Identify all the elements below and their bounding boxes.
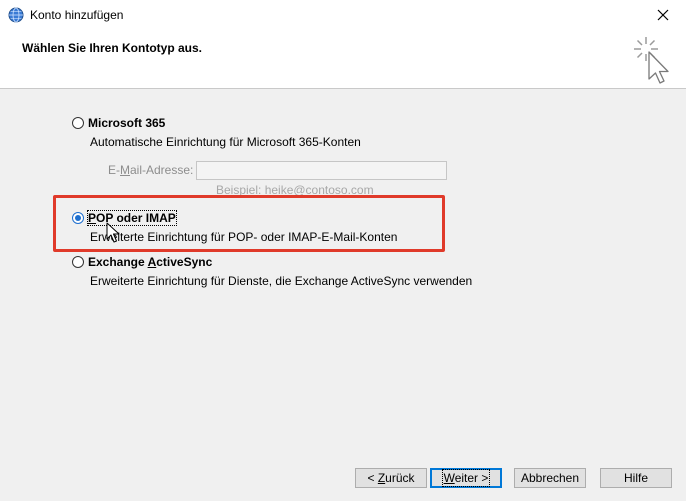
close-button[interactable] bbox=[640, 0, 686, 30]
email-address-input[interactable] bbox=[196, 161, 447, 180]
cancel-button[interactable]: Abbrechen bbox=[514, 468, 586, 488]
option-label[interactable]: Microsoft 365 bbox=[88, 116, 165, 130]
close-icon bbox=[657, 9, 669, 21]
option-description: Erweiterte Einrichtung für Dienste, die … bbox=[90, 274, 473, 288]
mouse-cursor-icon bbox=[106, 222, 120, 243]
help-button[interactable]: Hilfe bbox=[600, 468, 672, 488]
option-description: Automatische Einrichtung für Microsoft 3… bbox=[90, 135, 361, 149]
outlook-globe-icon bbox=[8, 7, 24, 23]
radio-exchange-activesync[interactable] bbox=[72, 256, 84, 268]
option-label[interactable]: Exchange ActiveSync bbox=[88, 255, 212, 269]
button-bar: < Zurück Weiter > Abbrechen Hilfe bbox=[0, 459, 686, 501]
next-button[interactable]: Weiter > bbox=[430, 468, 502, 488]
title-bar: Konto hinzufügen bbox=[0, 0, 686, 30]
wizard-header: Wählen Sie Ihren Kontotyp aus. bbox=[0, 30, 686, 89]
email-address-label: E-Mail-Adresse: bbox=[108, 163, 194, 177]
back-button[interactable]: < Zurück bbox=[355, 468, 427, 488]
wizard-sparkle-cursor-icon bbox=[634, 37, 669, 84]
window-title: Konto hinzufügen bbox=[30, 8, 124, 22]
radio-microsoft-365[interactable] bbox=[72, 117, 84, 129]
page-title: Wählen Sie Ihren Kontotyp aus. bbox=[22, 41, 203, 55]
